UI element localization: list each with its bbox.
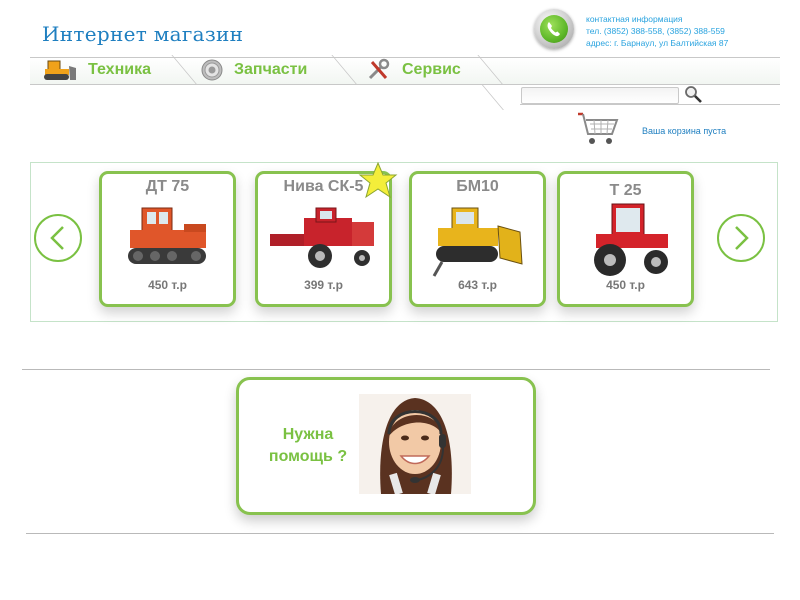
chevron-left-icon xyxy=(50,226,64,250)
nav-item-technique-label: Техника xyxy=(88,61,151,78)
help-text: Нужна помощь ? xyxy=(253,424,363,468)
product-card-dt75[interactable]: ДТ 75 450 т.р xyxy=(99,171,236,307)
nav-item-technique[interactable]: Техника xyxy=(40,56,151,84)
search-bar-border xyxy=(520,104,780,105)
nav-bottom-border xyxy=(30,84,520,85)
cart-status[interactable]: Ваша корзина пуста xyxy=(642,126,726,136)
section-divider xyxy=(22,369,770,370)
cart-icon[interactable] xyxy=(577,111,621,147)
tools-icon xyxy=(368,58,390,80)
product-card-t25[interactable]: Т 25 450 т.р xyxy=(557,171,694,307)
search-input[interactable] xyxy=(521,87,679,104)
product-card-bm10[interactable]: БМ10 643 т.р xyxy=(409,171,546,307)
contact-heading: контактная информация xyxy=(586,14,683,24)
chevron-right-icon xyxy=(735,226,749,250)
product-name: БМ10 xyxy=(456,178,499,195)
contact-address: адрес: г. Барнаул, ул Балтийская 87 xyxy=(586,38,729,48)
nav-item-parts[interactable]: Запчасти xyxy=(200,56,307,84)
bulldozer-icon xyxy=(44,60,76,80)
support-operator-image xyxy=(359,394,471,494)
gear-icon xyxy=(201,59,223,81)
phone-icon xyxy=(534,9,574,49)
product-price: 450 т.р xyxy=(606,278,645,292)
site-title: Интернет магазин xyxy=(42,22,244,46)
wheeled-tractor-image xyxy=(594,203,668,276)
product-price: 450 т.р xyxy=(148,278,187,292)
nav-bottom-border-right xyxy=(520,84,780,85)
combine-harvester-image xyxy=(270,207,374,268)
product-price: 399 т.р xyxy=(304,278,343,292)
section-divider xyxy=(26,533,774,534)
nav-item-service[interactable]: Сервис xyxy=(366,56,461,84)
product-name: Т 25 xyxy=(609,182,642,199)
search-icon[interactable] xyxy=(683,84,703,104)
slider-prev-button[interactable] xyxy=(34,214,82,262)
crawler-tractor-image xyxy=(128,207,206,264)
nav-item-service-label: Сервис xyxy=(402,61,461,78)
help-line-1: Нужна xyxy=(282,426,334,443)
product-name: ДТ 75 xyxy=(145,178,190,195)
contact-info: контактная информация тел. (3852) 388-55… xyxy=(586,13,728,49)
bulldozer-image xyxy=(432,207,523,277)
help-line-2: помощь ? xyxy=(268,448,348,465)
slider-next-button[interactable] xyxy=(717,214,765,262)
star-badge-icon xyxy=(358,161,398,199)
contact-phones: тел. (3852) 388-558, (3852) 388-559 xyxy=(586,26,725,36)
help-banner[interactable]: Нужна помощь ? xyxy=(236,377,536,515)
product-price: 643 т.р xyxy=(458,278,497,292)
search-bar-edge xyxy=(481,84,504,110)
nav-item-parts-label: Запчасти xyxy=(234,61,308,78)
